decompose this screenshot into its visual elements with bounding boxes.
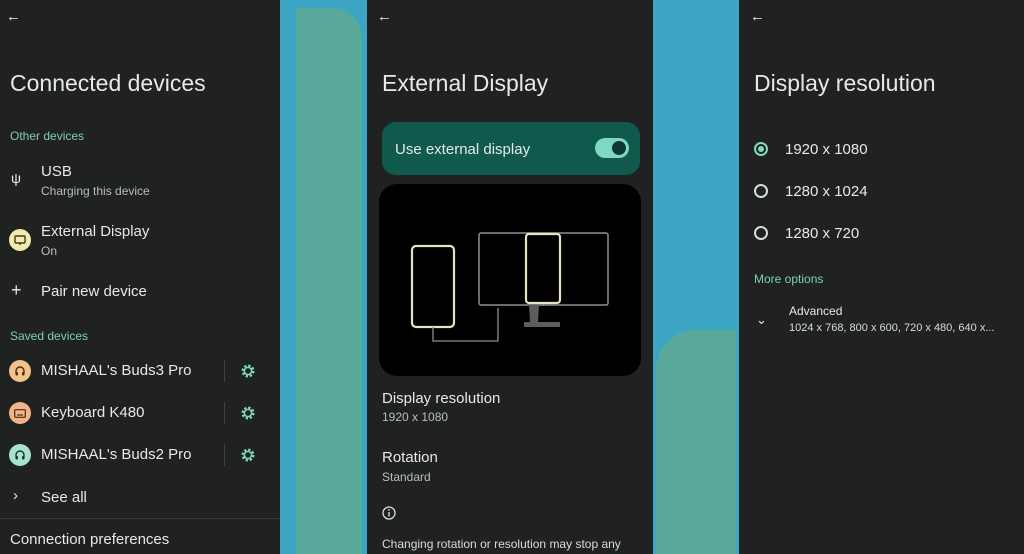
saved-device-name: MISHAAL's Buds2 Pro <box>41 446 192 463</box>
back-arrow-icon[interactable]: ← <box>6 8 24 26</box>
saved-device-name: Keyboard K480 <box>41 404 145 421</box>
display-resolution-title: Display resolution <box>382 390 501 407</box>
resolution-option-label: 1280 x 1024 <box>785 183 868 200</box>
external-display-item[interactable]: External Display On <box>0 218 280 262</box>
usb-title: USB <box>41 163 72 180</box>
page-title: External Display <box>382 70 549 96</box>
monitor-icon <box>9 229 31 251</box>
wallpaper-shape <box>296 8 362 554</box>
external-display-screen: ← External Display Use external display … <box>367 0 653 554</box>
advanced-title: Advanced <box>789 304 843 318</box>
phone-and-monitor-illustration <box>410 232 609 342</box>
divider <box>224 360 225 382</box>
rotation-title: Rotation <box>382 449 438 466</box>
wallpaper-shape <box>656 330 736 554</box>
headphones-icon <box>9 360 31 382</box>
settings-gear-icon[interactable] <box>239 446 257 464</box>
advanced-subtitle: 1024 x 768, 800 x 600, 720 x 480, 640 x.… <box>789 322 995 334</box>
headphones-icon <box>9 444 31 466</box>
keyboard-icon <box>9 402 31 424</box>
use-external-display-switch[interactable] <box>595 138 629 158</box>
external-display-title: External Display <box>41 223 150 240</box>
plus-icon: + <box>11 280 22 300</box>
resolution-option[interactable]: 1280 x 1024 <box>739 180 1024 204</box>
radio-button-selected[interactable] <box>754 142 768 156</box>
back-arrow-icon[interactable]: ← <box>750 8 768 26</box>
section-header-other-devices: Other devices <box>10 129 85 143</box>
connection-preferences-item[interactable]: Connection preferences <box>10 531 169 548</box>
resolution-option[interactable]: 1920 x 1080 <box>739 138 1024 162</box>
display-resolution-screen: ← Display resolution 1920 x 1080 1280 x … <box>739 0 1024 554</box>
saved-device-item[interactable]: Keyboard K480 <box>0 399 280 427</box>
page-title: Connected devices <box>10 70 206 96</box>
settings-gear-icon[interactable] <box>239 404 257 422</box>
divider <box>224 402 225 424</box>
display-resolution-item[interactable]: Display resolution 1920 x 1080 <box>367 388 653 428</box>
display-resolution-value: 1920 x 1080 <box>382 410 449 424</box>
advanced-item[interactable]: ⌄ Advanced 1024 x 768, 800 x 600, 720 x … <box>739 302 1024 338</box>
resolution-option-label: 1280 x 720 <box>785 225 860 242</box>
switch-knob <box>612 141 626 155</box>
see-all-item[interactable]: › See all <box>0 484 280 510</box>
chevron-right-icon: › <box>13 487 18 504</box>
settings-gear-icon[interactable] <box>239 362 257 380</box>
resolution-option-label: 1920 x 1080 <box>785 141 868 158</box>
back-arrow-icon[interactable]: ← <box>377 8 395 26</box>
radio-button[interactable] <box>754 184 768 198</box>
saved-device-name: MISHAAL's Buds3 Pro <box>41 362 192 379</box>
radio-button[interactable] <box>754 226 768 240</box>
display-preview <box>379 184 641 376</box>
info-icon <box>382 506 396 520</box>
section-header-more-options: More options <box>754 272 824 286</box>
saved-device-item[interactable]: MISHAAL's Buds3 Pro <box>0 357 280 385</box>
page-title: Display resolution <box>754 70 936 96</box>
usb-icon: ψ <box>11 170 21 186</box>
connected-devices-screen: ← Connected devices Other devices ψ USB … <box>0 0 280 554</box>
rotation-item[interactable]: Rotation Standard <box>367 447 653 487</box>
section-header-saved-devices: Saved devices <box>10 329 89 343</box>
usb-subtitle: Charging this device <box>41 184 150 198</box>
chevron-down-icon: ⌄ <box>756 312 767 327</box>
usb-item[interactable]: ψ USB Charging this device <box>0 158 280 202</box>
divider <box>0 518 280 519</box>
pair-new-device-item[interactable]: + Pair new device <box>0 278 280 304</box>
see-all-label: See all <box>41 489 87 506</box>
pair-new-device-label: Pair new device <box>41 283 147 300</box>
resolution-option[interactable]: 1280 x 720 <box>739 222 1024 246</box>
external-display-subtitle: On <box>41 244 58 258</box>
info-text: Changing rotation or resolution may stop… <box>382 537 621 551</box>
rotation-value: Standard <box>382 470 431 484</box>
divider <box>224 444 225 466</box>
use-external-display-label: Use external display <box>395 141 531 158</box>
saved-device-item[interactable]: MISHAAL's Buds2 Pro <box>0 441 280 469</box>
